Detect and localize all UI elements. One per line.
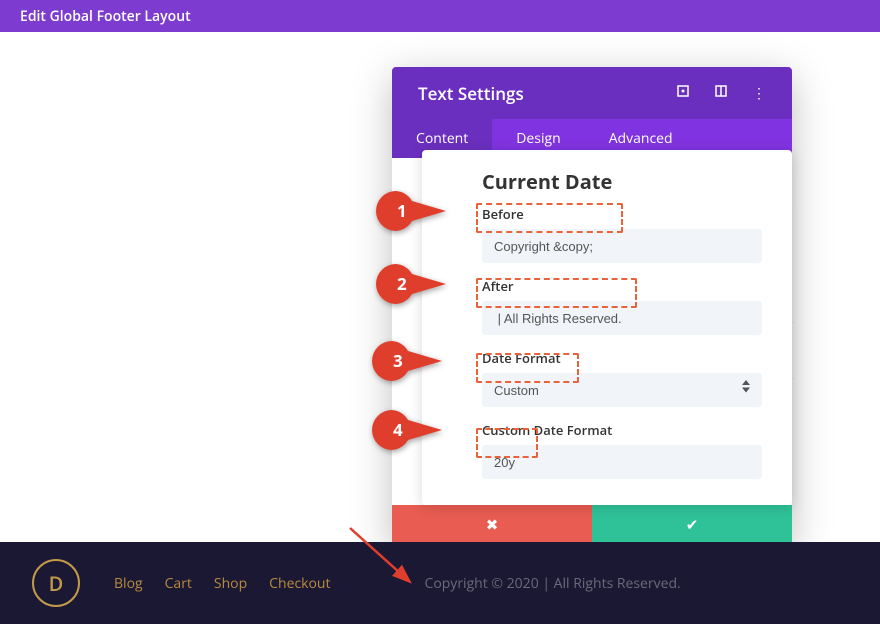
modal-header: Text Settings ⋮ — [392, 67, 792, 119]
canvas-area: ter ⋮ Text Settings ⋮ Content Design Adv… — [0, 32, 880, 542]
field-custom-format: Custom Date Format — [482, 421, 762, 479]
label-custom-format: Custom Date Format — [482, 421, 762, 439]
footer-nav: Blog Cart Shop Checkout — [114, 574, 331, 593]
top-bar: Edit Global Footer Layout — [0, 0, 880, 32]
footer-logo: D — [32, 559, 80, 607]
field-before: Before — [482, 205, 762, 263]
nav-shop[interactable]: Shop — [214, 574, 247, 593]
callout-3: 3 — [372, 341, 442, 381]
callout-2: 2 — [376, 264, 446, 304]
modal-footer: ✖ ✔ — [392, 505, 792, 545]
callout-4-num: 4 — [393, 418, 403, 441]
text-settings-modal: ter ⋮ Text Settings ⋮ Content Design Adv… — [392, 67, 792, 545]
top-bar-title: Edit Global Footer Layout — [20, 7, 191, 26]
label-date-format: Date Format — [482, 349, 762, 367]
nav-blog[interactable]: Blog — [114, 574, 143, 593]
select-date-format[interactable] — [482, 373, 762, 407]
callout-1-num: 1 — [397, 199, 407, 222]
field-date-format: Date Format — [482, 349, 762, 407]
callout-2-num: 2 — [397, 272, 407, 295]
callout-3-num: 3 — [393, 349, 403, 372]
modal-body: Current Date Before After Date Format — [422, 150, 792, 505]
close-icon: ✖ — [486, 516, 499, 534]
section-title: Current Date — [482, 168, 762, 195]
nav-cart[interactable]: Cart — [165, 574, 192, 593]
more-icon[interactable]: ⋮ — [752, 84, 766, 103]
check-icon: ✔ — [686, 516, 699, 534]
nav-checkout[interactable]: Checkout — [269, 574, 330, 593]
callout-1: 1 — [376, 191, 446, 231]
expand-icon[interactable] — [676, 84, 690, 103]
callout-4: 4 — [372, 410, 442, 450]
field-after: After — [482, 277, 762, 335]
arrow-icon — [346, 524, 426, 594]
input-after[interactable] — [482, 301, 762, 335]
save-button[interactable]: ✔ — [592, 505, 792, 545]
logo-letter: D — [49, 570, 64, 597]
label-before: Before — [482, 205, 762, 223]
input-before[interactable] — [482, 229, 762, 263]
input-custom-format[interactable] — [482, 445, 762, 479]
modal-title: Text Settings — [418, 82, 676, 105]
footer-copyright: Copyright © 2020 | All Rights Reserved. — [425, 574, 681, 593]
label-after: After — [482, 277, 762, 295]
footer: D Blog Cart Shop Checkout Copyright © 20… — [0, 542, 880, 624]
columns-icon[interactable] — [714, 84, 728, 103]
